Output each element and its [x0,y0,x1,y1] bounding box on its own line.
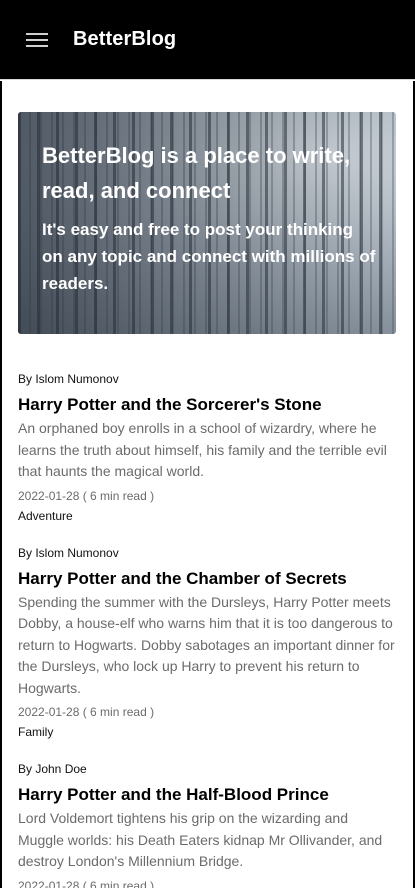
main-content: BetterBlog is a place to write, read, an… [0,81,415,888]
post-tag[interactable]: Family [18,723,397,741]
post-card[interactable]: By Islom Numonov Harry Potter and the So… [18,371,397,525]
post-excerpt: Lord Voldemort tightens his grip on the … [18,810,383,869]
post-card[interactable]: By Islom Numonov Harry Potter and the Ch… [18,545,397,742]
post-title[interactable]: Harry Potter and the Sorcerer's Stone [18,394,397,416]
post-meta: 2022-01-28 ( 6 min read ) [18,488,155,503]
app-frame: BetterBlog BetterBlog is a place to writ… [0,0,415,888]
app-bar: BetterBlog [0,0,415,80]
post-card[interactable]: By John Doe Harry Potter and the Half-Bl… [18,761,397,888]
post-author: By Islom Numonov [18,372,119,386]
post-author: By Islom Numonov [18,545,119,560]
hero-banner: BetterBlog is a place to write, read, an… [18,112,396,334]
post-author: By John Doe [18,762,87,776]
post-title[interactable]: Harry Potter and the Half-Blood Prince [18,784,397,806]
hero-title: BetterBlog is a place to write, read, an… [42,143,351,203]
post-excerpt: An orphaned boy enrolls in a school of w… [18,420,387,479]
post-tag[interactable]: Adventure [18,507,397,525]
menu-icon[interactable] [26,32,48,48]
post-meta: 2022-01-28 ( 6 min read ) [18,878,155,888]
post-excerpt: Spending the summer with the Dursleys, H… [18,593,395,696]
hero-subtitle: It's easy and free to post your thinking… [42,220,376,293]
app-title[interactable]: BetterBlog [73,28,176,51]
hero-text: BetterBlog is a place to write, read, an… [42,138,376,297]
post-title[interactable]: Harry Potter and the Chamber of Secrets [18,568,397,590]
post-list: By Islom Numonov Harry Potter and the So… [18,371,397,888]
post-meta: 2022-01-28 ( 6 min read ) [18,705,155,719]
